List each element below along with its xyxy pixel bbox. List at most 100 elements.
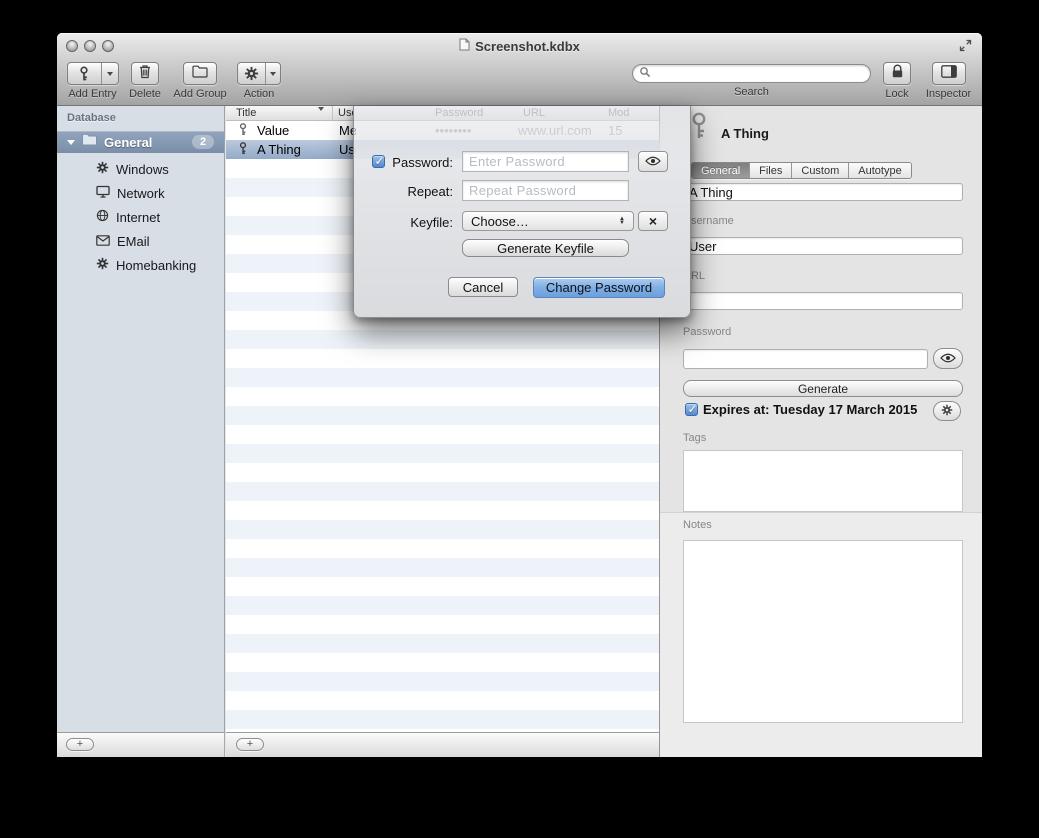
entry-title-cell: Value — [257, 123, 289, 138]
app-window: Screenshot.kdbx Add Entry Delete Add Gro… — [57, 33, 982, 757]
generate-keyfile-button[interactable]: Generate Keyfile — [462, 239, 629, 257]
document-icon — [459, 38, 470, 54]
dialog-repeat-label: Repeat: — [358, 184, 453, 199]
add-entry-button-group: Add Entry — [66, 62, 119, 100]
cancel-button[interactable]: Cancel — [448, 277, 518, 297]
dialog-keyfile-label: Keyfile: — [358, 215, 453, 230]
search-input[interactable] — [655, 67, 864, 81]
inspector-label: Inspector — [926, 88, 971, 100]
window-chrome: Screenshot.kdbx Add Entry Delete Add Gro… — [57, 33, 982, 106]
gear-icon — [96, 161, 109, 177]
sidebar-item-label: Network — [117, 186, 165, 201]
lock-button[interactable] — [883, 62, 911, 85]
popup-stepper-icon: ▲▼ — [619, 217, 625, 226]
password-label: Password — [683, 326, 731, 338]
inspector-toggle-button[interactable] — [932, 62, 966, 85]
add-entry-button[interactable] — [67, 62, 119, 85]
add-entry-footer-button[interactable]: + — [236, 738, 264, 751]
gear-icon — [96, 257, 109, 273]
key-icon — [237, 123, 249, 139]
key-icon — [68, 63, 101, 84]
column-header-title[interactable]: Title — [236, 107, 256, 119]
delete-button-group: Delete — [130, 62, 160, 100]
dialog-password-input[interactable] — [462, 151, 629, 172]
key-icon — [237, 142, 249, 158]
sidebar-footer: + — [57, 732, 225, 757]
zoom-button[interactable] — [102, 40, 114, 52]
action-dropdown[interactable] — [265, 63, 280, 84]
sort-indicator-icon — [318, 107, 324, 111]
delete-label: Delete — [129, 88, 161, 100]
dialog-show-password-button[interactable] — [638, 151, 668, 172]
inspector-tabs: General Files Custom Autotype — [691, 162, 912, 179]
minimize-button[interactable] — [84, 40, 96, 52]
notes-field[interactable] — [683, 540, 963, 723]
tab-general[interactable]: General — [692, 163, 750, 178]
entry-count-badge: 2 — [192, 135, 214, 149]
change-password-button[interactable]: Change Password — [533, 277, 665, 298]
sidebar: Database General 2 Windows Network Inter… — [57, 106, 225, 732]
delete-button[interactable] — [131, 62, 159, 85]
tags-label: Tags — [683, 432, 706, 444]
action-button-group: Action — [237, 62, 281, 100]
action-button[interactable] — [237, 62, 281, 85]
sidebar-item-windows[interactable]: Windows — [57, 157, 224, 181]
dialog-password-label: Password: — [358, 155, 453, 170]
close-button[interactable] — [66, 40, 78, 52]
lock-button-group: Lock — [875, 62, 919, 100]
inspector-entry-title: A Thing — [721, 126, 769, 141]
entry-title-cell: A Thing — [257, 142, 301, 157]
key-icon — [689, 112, 709, 145]
folder-icon — [192, 65, 208, 83]
add-group-button-group: Add Group — [173, 62, 227, 100]
close-icon: × — [649, 214, 657, 228]
eye-icon — [940, 352, 956, 366]
sidebar-item-internet[interactable]: Internet — [57, 205, 224, 229]
tab-autotype[interactable]: Autotype — [849, 163, 910, 178]
inspector-panel: A Thing General Files Custom Autotype Us… — [659, 106, 982, 757]
entry-list-footer: + — [226, 732, 659, 757]
sidebar-item-network[interactable]: Network — [57, 181, 224, 205]
tags-field[interactable] — [683, 450, 963, 512]
username-field[interactable] — [683, 237, 963, 255]
title-field[interactable] — [683, 183, 963, 201]
sidebar-item-email[interactable]: EMail — [57, 229, 224, 253]
add-entry-label: Add Entry — [68, 88, 116, 100]
column-header-username[interactable]: Username — [338, 107, 353, 119]
search-icon — [639, 65, 651, 83]
add-entry-dropdown[interactable] — [101, 63, 118, 84]
generate-password-button[interactable]: Generate — [683, 380, 963, 397]
search-group: Search — [632, 62, 871, 98]
chevron-down-icon — [270, 72, 276, 76]
add-group-footer-button[interactable]: + — [66, 738, 94, 751]
column-divider[interactable] — [332, 106, 333, 120]
add-group-button[interactable] — [183, 62, 217, 85]
trash-icon — [138, 64, 152, 84]
tab-custom[interactable]: Custom — [792, 163, 849, 178]
expires-checkbox[interactable] — [685, 403, 698, 416]
search-field[interactable] — [632, 64, 871, 83]
sidebar-group-general[interactable]: General 2 — [57, 131, 224, 153]
inspector-button-group: Inspector — [920, 62, 977, 100]
tab-files[interactable]: Files — [750, 163, 792, 178]
action-label: Action — [244, 88, 275, 100]
show-password-button[interactable] — [933, 348, 963, 369]
disclosure-triangle-icon[interactable] — [67, 140, 75, 145]
sidebar-item-label: Windows — [116, 162, 169, 177]
sidebar-item-label: EMail — [117, 234, 150, 249]
keyfile-popup-value: Choose… — [471, 214, 529, 229]
fullscreen-icon[interactable] — [959, 39, 972, 57]
lock-icon — [891, 64, 904, 84]
password-field[interactable] — [683, 349, 928, 369]
clear-keyfile-button[interactable]: × — [638, 211, 668, 231]
url-field[interactable] — [683, 292, 963, 310]
chevron-down-icon — [107, 72, 113, 76]
folder-icon — [75, 133, 98, 151]
dialog-repeat-input[interactable] — [462, 180, 629, 201]
inspector-panel-icon — [941, 65, 957, 83]
expiry-options-button[interactable] — [933, 401, 961, 421]
envelope-icon — [96, 234, 110, 249]
keyfile-popup-button[interactable]: Choose… ▲▼ — [462, 211, 634, 231]
gear-icon — [941, 404, 953, 419]
sidebar-item-homebanking[interactable]: Homebanking — [57, 253, 224, 277]
